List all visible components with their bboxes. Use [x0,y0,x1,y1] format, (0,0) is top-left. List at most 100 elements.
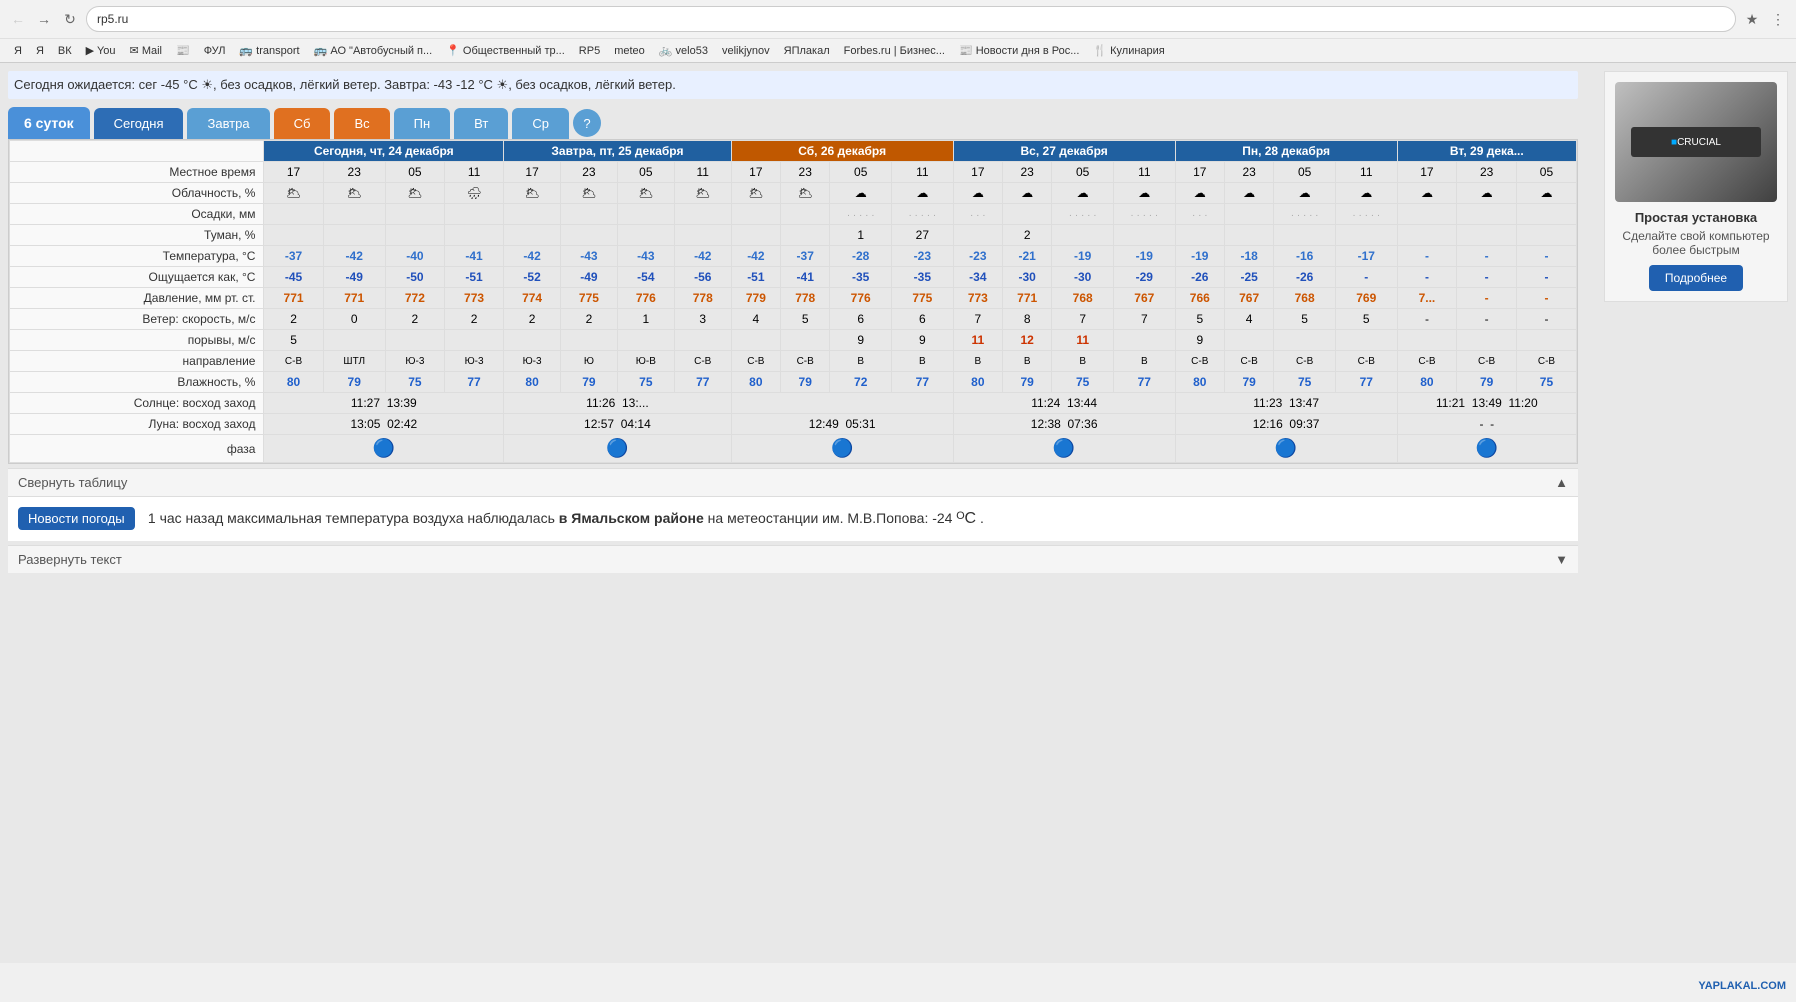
feels-13: -34 [953,267,1002,288]
bookmark-ya2[interactable]: Я [30,43,50,59]
bookmark-rp5[interactable]: RP5 [573,43,606,59]
bookmark-you[interactable]: ▶ You [80,42,122,59]
star-button[interactable]: ★ [1742,9,1762,29]
gust-1: 5 [264,330,323,351]
hum-11: 72 [830,372,892,393]
gust-22 [1457,330,1517,351]
address-bar[interactable]: rp5.ru [86,6,1736,32]
wind-8: 3 [674,309,731,330]
empty-header [10,141,264,162]
precipitation-label: Осадки, мм [10,204,264,225]
cloud-19: ☁ [1274,183,1336,204]
collapse-label: Свернуть таблицу [18,475,127,490]
gust-17: 9 [1175,330,1224,351]
temp-1: -37 [264,246,323,267]
dir-15: В [1052,351,1114,372]
back-button[interactable]: ← [8,9,28,29]
precipitation-row: Осадки, мм · · · · · · · · · · · · [10,204,1577,225]
tab-today[interactable]: Сегодня [94,108,184,139]
cloud-18: ☁ [1224,183,1273,204]
hum-7: 75 [617,372,674,393]
moon-phase-3: 🔵 [731,435,953,463]
menu-button[interactable]: ⋮ [1768,9,1788,29]
time-05-4: 05 [1052,162,1114,183]
hum-1: 80 [264,372,323,393]
temp-12: -23 [892,246,954,267]
dir-5: Ю-3 [504,351,561,372]
gust-3 [385,330,444,351]
tab-mon[interactable]: Пн [394,108,451,139]
moon-6: - - [1397,414,1576,435]
temp-15: -19 [1052,246,1114,267]
tab-tomorrow[interactable]: Завтра [187,108,269,139]
bookmark-velo[interactable]: 🚲 velo53 [653,42,714,59]
yaplakal-badge: YAPLAKAL.COM [1698,980,1786,992]
hum-5: 80 [504,372,561,393]
tab-help[interactable]: ? [573,109,601,137]
wind-speed-label: Ветер: скорость, м/с [10,309,264,330]
hum-14: 79 [1003,372,1052,393]
pres-16: 767 [1113,288,1175,309]
cloudiness-label: Облачность, % [10,183,264,204]
bookmark-yaplakal[interactable]: ЯПлакал [778,43,836,59]
pres-9: 779 [731,288,780,309]
bookmark-forbes[interactable]: Forbes.ru | Бизнес... [838,43,951,59]
bookmark-transport[interactable]: 🚌 transport [233,42,305,59]
gust-23 [1516,330,1576,351]
feels-8: -56 [674,267,731,288]
wind-19: 5 [1274,309,1336,330]
wind-dir-label: направление [10,351,264,372]
bookmark-ful[interactable]: ФУЛ [198,43,232,59]
cloud-20: ☁ [1335,183,1397,204]
browser-chrome: ← → ↻ rp5.ru ★ ⋮ Я Я ВК ▶ You ✉ Mail 📰 Ф… [0,0,1796,63]
tab-sun[interactable]: Вс [334,108,389,139]
tab-sat[interactable]: Сб [274,108,331,139]
bookmark-news[interactable]: 📰 [170,42,196,59]
collapse-table-bar[interactable]: Свернуть таблицу ▲ [8,468,1578,497]
bookmark-mail[interactable]: ✉ Mail [124,42,168,59]
fog-23 [1516,225,1576,246]
bookmark-meteo[interactable]: meteo [608,43,651,59]
bookmark-public[interactable]: 📍 Общественный тр... [440,42,571,59]
pres-23: - [1516,288,1576,309]
precip-18 [1224,204,1273,225]
dir-9: С-В [731,351,780,372]
temp-23: - [1516,246,1576,267]
precip-20: · · · · · [1335,204,1397,225]
fog-3 [385,225,444,246]
bookmark-ya1[interactable]: Я [8,43,28,59]
time-05-6: 05 [1516,162,1576,183]
address-text: rp5.ru [97,12,128,26]
temp-17: -19 [1175,246,1224,267]
time-11-5: 11 [1335,162,1397,183]
time-11-1: 11 [444,162,503,183]
feels-4: -51 [444,267,503,288]
feels-1: -45 [264,267,323,288]
bookmark-bus[interactable]: 🚌 АО "Автобусный п... [308,42,439,59]
refresh-button[interactable]: ↻ [60,9,80,29]
cloud-17: ☁ [1175,183,1224,204]
temp-11: -28 [830,246,892,267]
fog-22 [1457,225,1517,246]
gust-13: 11 [953,330,1002,351]
bookmark-velikjynov[interactable]: velikjynov [716,43,776,59]
pres-20: 769 [1335,288,1397,309]
precip-15: · · · · · [1052,204,1114,225]
bookmark-novosti[interactable]: 📰 Новости дня в Рос... [953,42,1085,59]
tab-wed[interactable]: Ср [512,108,569,139]
tab-tue[interactable]: Вт [454,108,508,139]
moon-1: 13:05 02:42 [264,414,504,435]
cloud-12: ☁ [892,183,954,204]
bookmark-vk[interactable]: ВК [52,43,78,59]
bookmark-cooking[interactable]: 🍴 Кулинария [1087,42,1170,59]
humidity-row: Влажность, % 80 79 75 77 80 79 75 77 80 … [10,372,1577,393]
ad-button[interactable]: Подробнее [1649,265,1743,291]
sun-1: 11:27 13:39 [264,393,504,414]
pres-3: 772 [385,288,444,309]
expand-text-bar[interactable]: Развернуть текст ▼ [8,545,1578,573]
forward-button[interactable]: → [34,9,54,29]
wind-2: 0 [323,309,385,330]
time-11-2: 11 [674,162,731,183]
hum-22: 79 [1457,372,1517,393]
temp-16: -19 [1113,246,1175,267]
